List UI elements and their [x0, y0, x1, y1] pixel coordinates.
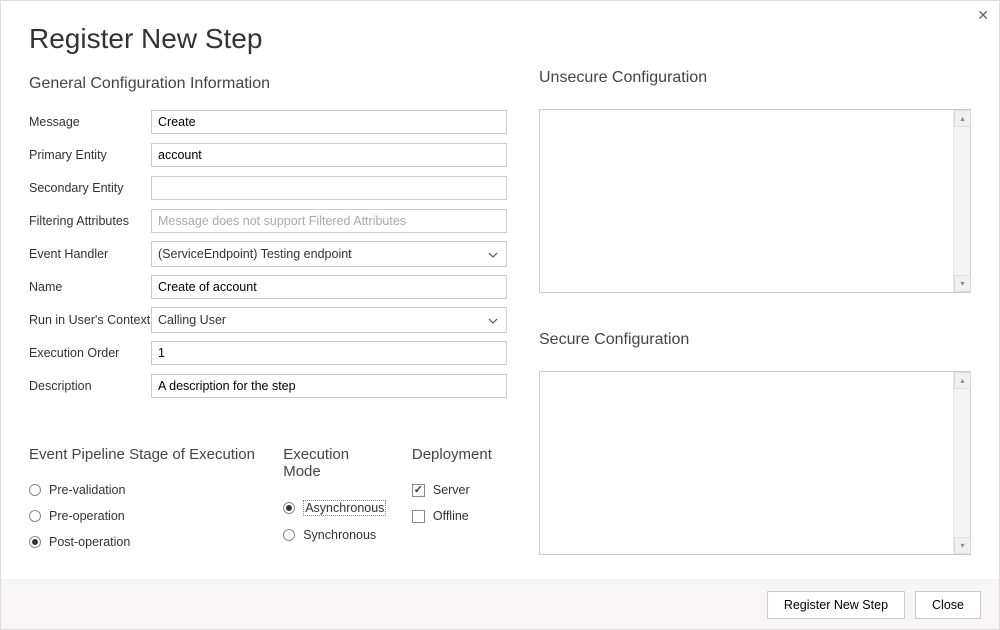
radio-label: Pre-operation — [49, 509, 125, 523]
deployment-group: Deployment Server Offline — [412, 446, 507, 561]
radio-synchronous[interactable]: Synchronous — [283, 528, 388, 542]
scroll-up-icon[interactable]: ▴ — [954, 110, 971, 127]
row-description: Description — [29, 373, 507, 399]
label-filtering-attributes: Filtering Attributes — [29, 214, 151, 228]
right-column: Unsecure Configuration ▴ ▾ Secure Config… — [539, 69, 971, 579]
left-column: General Configuration Information Messag… — [29, 69, 507, 579]
radio-label: Pre-validation — [49, 483, 125, 497]
checkbox-offline[interactable]: Offline — [412, 509, 507, 523]
event-handler-select[interactable]: (ServiceEndpoint) Testing endpoint — [151, 241, 507, 267]
row-filtering-attributes: Filtering Attributes — [29, 208, 507, 234]
general-config-header: General Configuration Information — [29, 75, 507, 93]
secondary-entity-input[interactable] — [151, 176, 507, 200]
radio-icon — [29, 510, 41, 522]
label-execution-order: Execution Order — [29, 346, 151, 360]
checkbox-icon — [412, 484, 425, 497]
scroll-down-icon[interactable]: ▾ — [954, 537, 971, 554]
label-primary-entity: Primary Entity — [29, 148, 151, 162]
run-context-select[interactable]: Calling User — [151, 307, 507, 333]
checkbox-server[interactable]: Server — [412, 483, 507, 497]
chevron-down-icon — [488, 247, 498, 261]
radio-icon — [283, 502, 295, 514]
run-context-value: Calling User — [158, 313, 226, 327]
checkbox-icon — [412, 510, 425, 523]
row-message: Message — [29, 109, 507, 135]
execution-mode-group: Execution Mode Asynchronous Synchronous — [283, 446, 388, 561]
unsecure-config-textarea[interactable]: ▴ ▾ — [539, 109, 971, 293]
radio-label: Synchronous — [303, 528, 376, 542]
radio-pre-operation[interactable]: Pre-operation — [29, 509, 259, 523]
message-input[interactable] — [151, 110, 507, 134]
execution-order-input[interactable] — [151, 341, 507, 365]
pipeline-stage-group: Event Pipeline Stage of Execution Pre-va… — [29, 446, 259, 561]
close-icon[interactable]: ✕ — [977, 7, 989, 24]
row-execution-order: Execution Order — [29, 340, 507, 366]
radio-icon — [29, 536, 41, 548]
chevron-down-icon — [488, 313, 498, 327]
register-step-dialog: ✕ Register New Step General Configuratio… — [0, 0, 1000, 630]
label-name: Name — [29, 280, 151, 294]
row-secondary-entity: Secondary Entity — [29, 175, 507, 201]
secure-config-textarea[interactable]: ▴ ▾ — [539, 371, 971, 555]
execution-mode-header: Execution Mode — [283, 446, 388, 480]
scroll-down-icon[interactable]: ▾ — [954, 275, 971, 292]
radio-asynchronous[interactable]: Asynchronous — [283, 500, 388, 516]
pipeline-header: Event Pipeline Stage of Execution — [29, 446, 259, 463]
label-run-context: Run in User's Context — [29, 313, 151, 327]
label-event-handler: Event Handler — [29, 247, 151, 261]
close-button[interactable]: Close — [915, 591, 981, 619]
label-message: Message — [29, 115, 151, 129]
radio-icon — [283, 529, 295, 541]
dialog-title: Register New Step — [1, 1, 999, 61]
row-name: Name — [29, 274, 507, 300]
bottom-option-groups: Event Pipeline Stage of Execution Pre-va… — [29, 446, 507, 561]
label-secondary-entity: Secondary Entity — [29, 181, 151, 195]
scrollbar[interactable]: ▴ ▾ — [953, 372, 970, 554]
radio-post-operation[interactable]: Post-operation — [29, 535, 259, 549]
scrollbar[interactable]: ▴ ▾ — [953, 110, 970, 292]
filtering-attributes-input[interactable] — [151, 209, 507, 233]
dialog-content: General Configuration Information Messag… — [1, 61, 999, 579]
description-input[interactable] — [151, 374, 507, 398]
radio-label: Post-operation — [49, 535, 130, 549]
secure-config-header: Secure Configuration — [539, 331, 971, 349]
unsecure-config-header: Unsecure Configuration — [539, 69, 971, 87]
radio-icon — [29, 484, 41, 496]
radio-pre-validation[interactable]: Pre-validation — [29, 483, 259, 497]
radio-label: Asynchronous — [303, 500, 386, 516]
checkbox-label: Offline — [433, 509, 469, 523]
dialog-footer: Register New Step Close — [1, 579, 999, 629]
event-handler-value: (ServiceEndpoint) Testing endpoint — [158, 247, 352, 261]
label-description: Description — [29, 379, 151, 393]
primary-entity-input[interactable] — [151, 143, 507, 167]
row-primary-entity: Primary Entity — [29, 142, 507, 168]
row-event-handler: Event Handler (ServiceEndpoint) Testing … — [29, 241, 507, 267]
row-run-context: Run in User's Context Calling User — [29, 307, 507, 333]
deployment-header: Deployment — [412, 446, 507, 463]
checkbox-label: Server — [433, 483, 470, 497]
scroll-up-icon[interactable]: ▴ — [954, 372, 971, 389]
name-input[interactable] — [151, 275, 507, 299]
register-new-step-button[interactable]: Register New Step — [767, 591, 905, 619]
